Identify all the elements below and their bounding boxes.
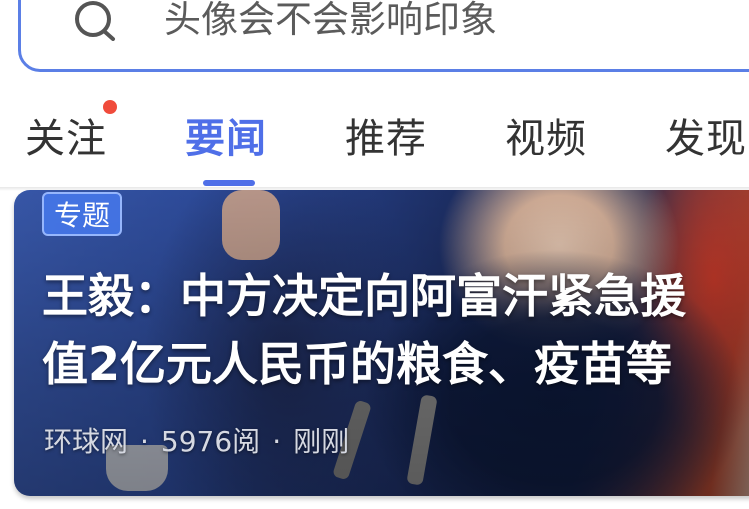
search-placeholder[interactable]: 头像会不会影响印象 [164, 0, 497, 43]
tab-follow[interactable]: 关注 [25, 106, 107, 164]
meta-separator: · [140, 425, 149, 458]
meta-separator: · [272, 425, 282, 458]
search-icon [75, 1, 115, 41]
topic-tag: 专题 [42, 192, 123, 236]
news-meta: 环球网 · 5976阅 · 刚刚 [44, 420, 349, 460]
tab-video[interactable]: 视频 [505, 106, 587, 164]
active-tab-indicator [203, 180, 255, 186]
news-headline[interactable]: 王毅：中方决定向阿富汗紧急援 值2亿元人民币的粮食、疫苗等 [42, 262, 749, 398]
headline-line-1: 王毅：中方决定向阿富汗紧急援 [42, 269, 686, 323]
search-bar[interactable]: 头像会不会影响印象 [18, 0, 749, 72]
news-card[interactable]: 专题 王毅：中方决定向阿富汗紧急援 值2亿元人民币的粮食、疫苗等 环球网 · 597… [14, 190, 749, 496]
news-source: 环球网 [44, 425, 129, 458]
publish-time: 刚刚 [293, 425, 350, 458]
read-count: 5976阅 [160, 425, 261, 458]
notification-dot [103, 100, 117, 114]
tab-discover[interactable]: 发现 [665, 106, 747, 164]
headline-line-2: 值2亿元人民币的粮食、疫苗等 [42, 337, 673, 391]
tab-recommend[interactable]: 推荐 [345, 106, 427, 164]
tab-headlines[interactable]: 要闻 [185, 106, 267, 164]
